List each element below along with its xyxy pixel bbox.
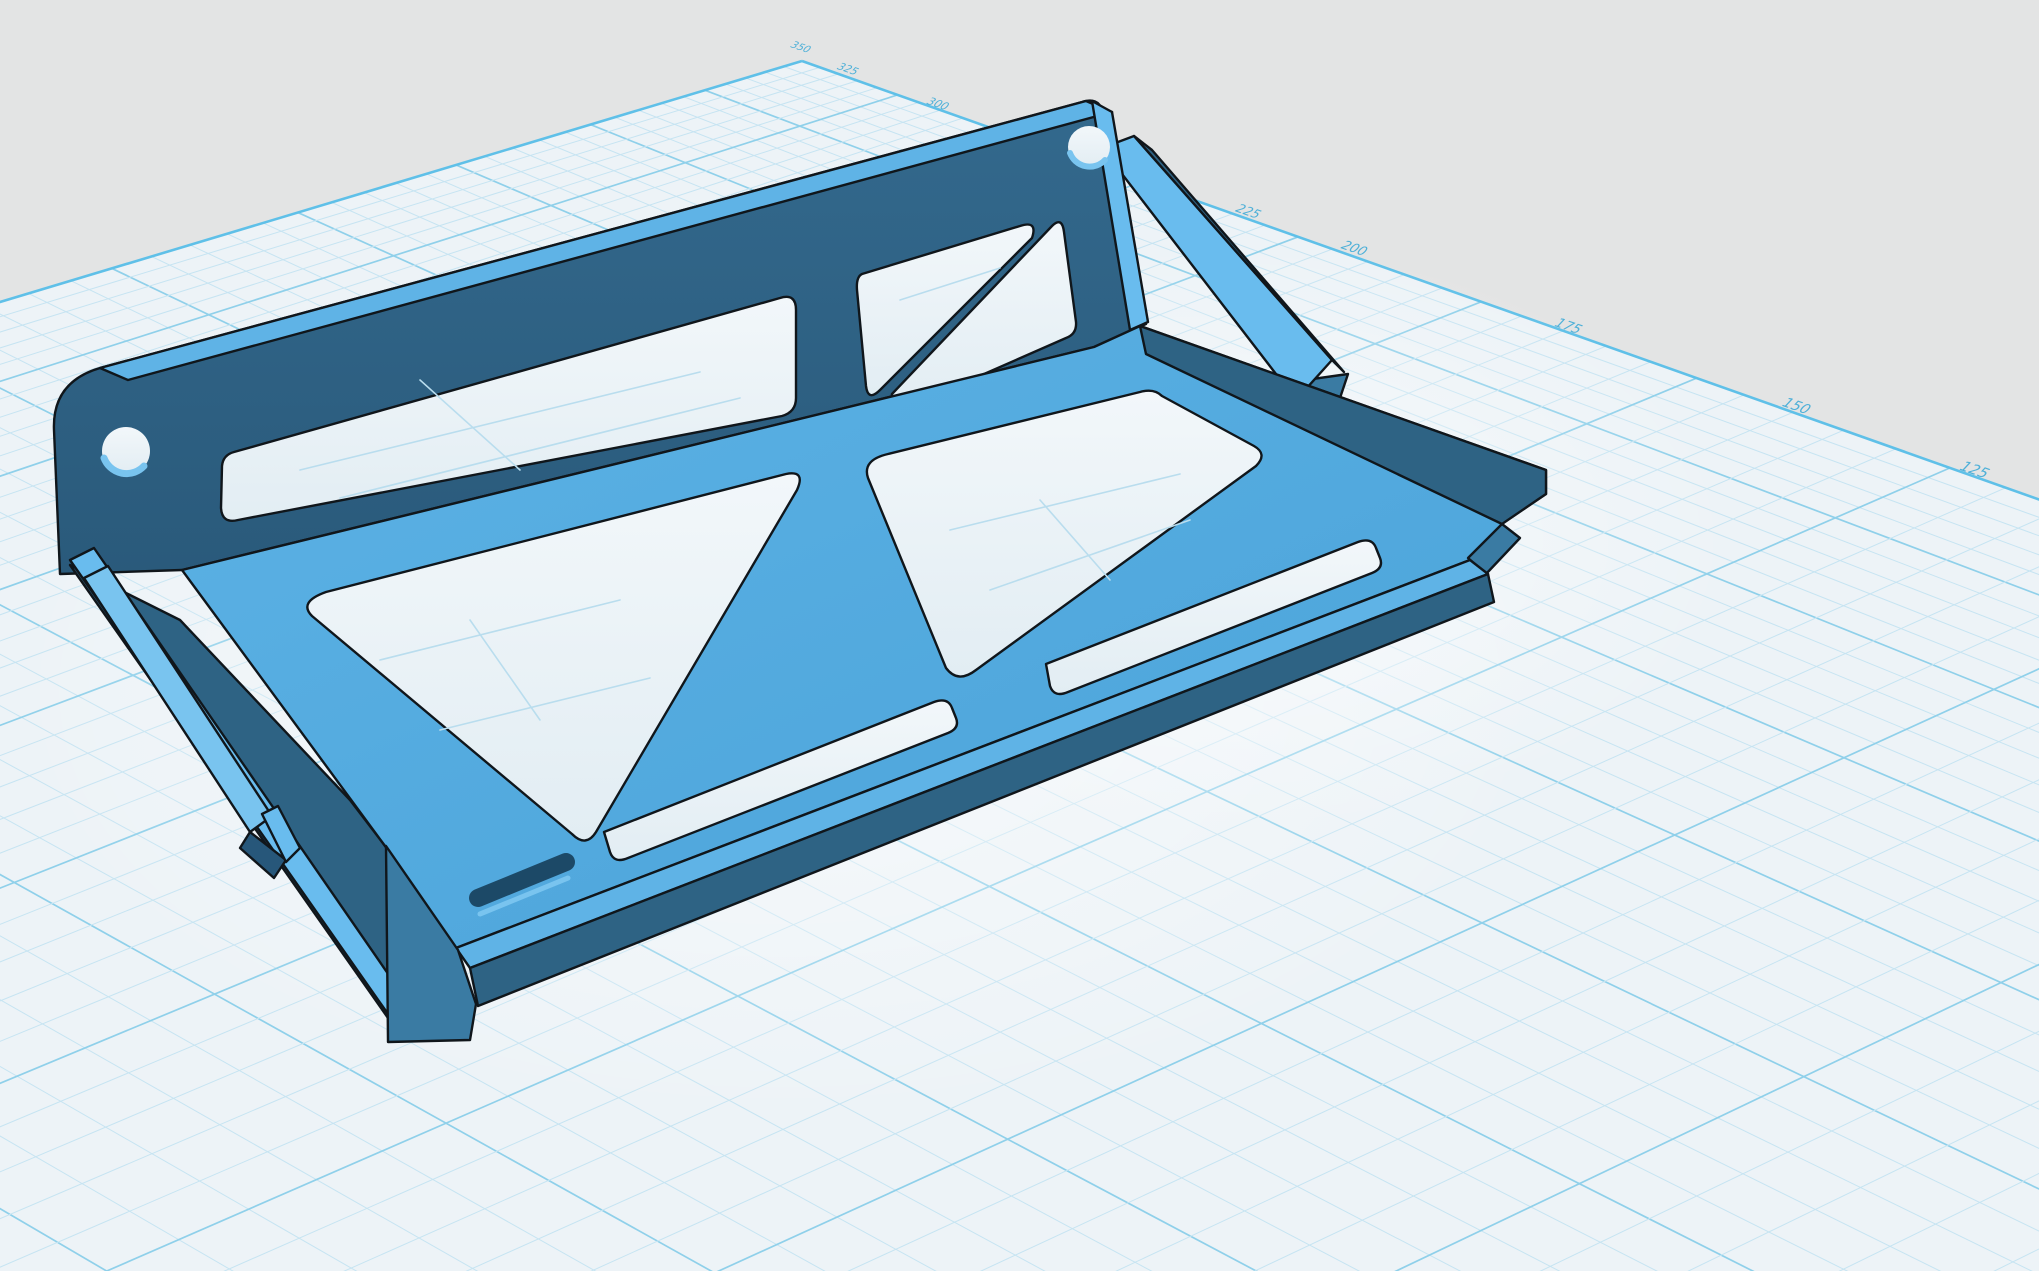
cad-viewport[interactable]: 350325300275250225200175150125 [0,0,2039,1271]
screw-hole-right[interactable] [1068,126,1110,168]
screw-hole-left[interactable] [102,427,150,475]
grid-axis-label: 350 [788,40,812,56]
cad-viewport-canvas[interactable]: 350325300275250225200175150125 [0,0,2039,1271]
